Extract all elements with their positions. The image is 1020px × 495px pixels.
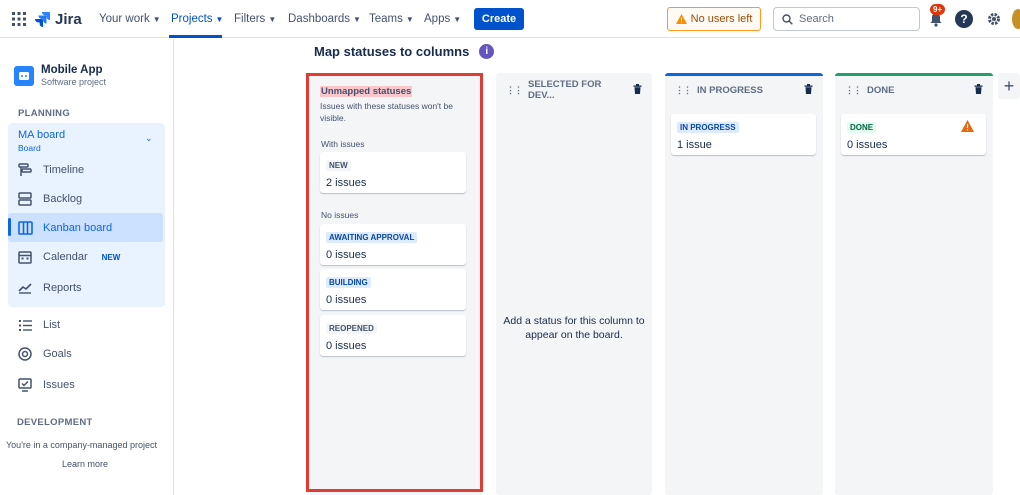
- kanban-icon: [17, 221, 33, 235]
- project-name: Mobile App: [41, 64, 103, 76]
- sidebar-item-reports[interactable]: Reports: [17, 277, 82, 299]
- delete-trash-icon[interactable]: [804, 83, 813, 97]
- nav-your-work-label: Your work: [99, 13, 150, 25]
- sidebar-item-label: Issues: [43, 379, 75, 391]
- project-avatar-icon: [19, 72, 29, 80]
- chevron-down-icon: ▼: [152, 14, 161, 24]
- nav-apps-label: Apps: [424, 13, 451, 25]
- active-indicator: [8, 218, 11, 236]
- search-icon: [782, 13, 793, 25]
- help-icon[interactable]: ?: [955, 10, 973, 28]
- no-users-left-button[interactable]: No users left: [667, 7, 761, 31]
- board-name[interactable]: MA board: [18, 129, 65, 141]
- search-placeholder: Search: [799, 13, 834, 25]
- timeline-icon: [17, 163, 33, 177]
- issue-count: 0 issues: [847, 139, 888, 151]
- nav-teams-label: Teams: [369, 13, 403, 25]
- chevron-down-icon: ▼: [215, 14, 224, 24]
- info-icon[interactable]: i: [479, 44, 495, 59]
- warning-icon: [675, 14, 687, 24]
- create-button[interactable]: Create: [474, 8, 524, 30]
- nav-teams[interactable]: Teams ▼: [369, 0, 414, 38]
- sidebar-item-label: Reports: [43, 282, 82, 294]
- chevron-down-icon: ▼: [453, 14, 462, 24]
- chevron-down-icon: ▼: [353, 14, 361, 24]
- active-nav-underline: [169, 35, 222, 38]
- nav-dashboards[interactable]: Dashboards ▼: [288, 0, 361, 38]
- page-title: Map statuses to columns i: [314, 44, 495, 59]
- profile-avatar[interactable]: [1012, 9, 1020, 29]
- column-empty-message: Add a status for this column to appear o…: [503, 315, 645, 341]
- issue-count: 1 issue: [677, 139, 712, 151]
- planning-section-title: PLANNING: [18, 108, 71, 119]
- chevron-down-icon[interactable]: ⌄: [145, 133, 153, 144]
- new-badge: NEW: [101, 252, 121, 262]
- column-header[interactable]: ⋮⋮ IN PROGRESS: [665, 73, 823, 107]
- project-avatar: [14, 66, 34, 86]
- status-card-in-progress[interactable]: IN PROGRESS 1 issue: [671, 114, 816, 155]
- status-lozenge: IN PROGRESS: [677, 122, 739, 133]
- goals-icon: [17, 347, 33, 361]
- sidebar-item-label: Timeline: [43, 164, 85, 176]
- chevron-down-icon: ▼: [268, 14, 277, 24]
- sidebar-item-label: Backlog: [43, 193, 83, 205]
- development-section-title: DEVELOPMENT: [17, 417, 93, 428]
- search-input[interactable]: Search: [773, 7, 920, 31]
- page-title-text: Map statuses to columns: [314, 44, 470, 59]
- sidebar-item-list[interactable]: List: [17, 314, 60, 336]
- sidebar-item-label: List: [43, 319, 61, 331]
- column-title: DONE: [867, 84, 895, 96]
- nav-projects[interactable]: Projects ▼: [171, 0, 223, 38]
- column-header[interactable]: ⋮⋮ DONE: [835, 73, 993, 107]
- jira-logo-icon: [35, 12, 50, 27]
- drag-handle-icon[interactable]: ⋮⋮: [845, 85, 862, 96]
- nav-apps[interactable]: Apps ▼: [424, 0, 461, 38]
- nav-projects-label: Projects: [171, 13, 213, 25]
- nav-filters[interactable]: Filters ▼: [234, 0, 276, 38]
- calendar-icon: [17, 250, 33, 264]
- drag-handle-icon[interactable]: ⋮⋮: [675, 85, 692, 96]
- sidebar-item-goals[interactable]: Goals: [17, 343, 72, 365]
- sidebar-item-label: Kanban board: [43, 222, 113, 234]
- sidebar-item-backlog[interactable]: Backlog: [17, 188, 82, 210]
- sidebar-item-issues[interactable]: Issues: [17, 374, 75, 396]
- notifications-badge: 9+: [930, 4, 946, 15]
- backlog-icon: [17, 192, 33, 206]
- board-subtitle: Board: [18, 143, 41, 153]
- warning-icon[interactable]: [961, 119, 974, 137]
- column-title: SELECTED FOR DEV...: [528, 79, 602, 101]
- highlight-red-box: [306, 73, 483, 492]
- company-managed-note: You're in a company-managed project: [6, 440, 157, 450]
- column-selected-for-dev[interactable]: ⋮⋮ SELECTED FOR DEV...: [496, 73, 652, 495]
- delete-trash-icon[interactable]: [633, 83, 642, 97]
- sidebar-item-timeline[interactable]: Timeline: [17, 159, 84, 181]
- chevron-down-icon: ▼: [405, 14, 414, 24]
- app-switcher-icon[interactable]: [12, 0, 26, 38]
- delete-trash-icon[interactable]: [974, 83, 983, 97]
- nav-filters-label: Filters: [234, 13, 266, 25]
- sidebar-item-calendar[interactable]: Calendar NEW: [17, 246, 120, 268]
- jira-logo[interactable]: Jira: [34, 0, 82, 38]
- list-icon: [17, 319, 33, 331]
- status-card-done[interactable]: DONE 0 issues: [841, 114, 986, 155]
- jira-logo-text: Jira: [55, 10, 82, 28]
- issues-icon: [17, 378, 33, 392]
- column-header[interactable]: ⋮⋮ SELECTED FOR DEV...: [496, 73, 652, 107]
- reports-icon: [17, 282, 33, 294]
- learn-more-link[interactable]: Learn more: [0, 459, 170, 469]
- sidebar-item-label: Goals: [43, 348, 72, 360]
- top-navigation: Jira Your work ▼ Projects ▼ Filters ▼ Dashb…: [0, 0, 1020, 38]
- add-column-button[interactable]: +: [998, 73, 1020, 99]
- no-users-left-label: No users left: [690, 13, 753, 25]
- sidebar-item-kanban-board[interactable]: Kanban board: [17, 217, 112, 239]
- settings-gear-icon[interactable]: [984, 9, 1004, 29]
- project-type: Software project: [41, 77, 107, 87]
- nav-your-work[interactable]: Your work ▼: [99, 0, 161, 38]
- column-title: IN PROGRESS: [697, 84, 763, 96]
- sidebar-item-label: Calendar: [43, 251, 88, 263]
- drag-handle-icon[interactable]: ⋮⋮: [506, 85, 523, 96]
- nav-dashboards-label: Dashboards: [288, 13, 351, 25]
- status-lozenge: DONE: [847, 122, 877, 133]
